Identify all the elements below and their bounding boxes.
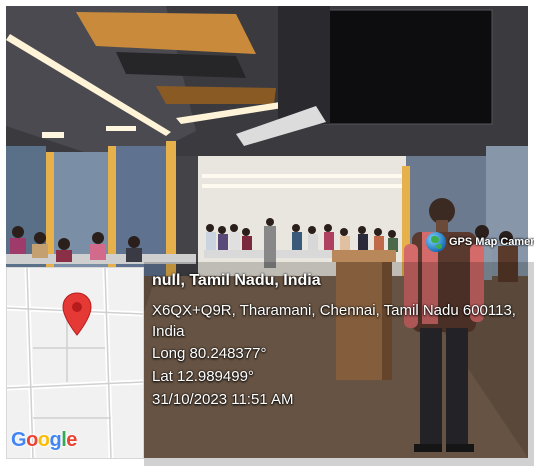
geotag-info: null, Tamil Nadu, India X6QX+Q9R, Tharam… <box>152 272 528 411</box>
map-pin-icon <box>62 292 92 336</box>
google-logo: Google <box>11 429 77 451</box>
location-map-thumbnail[interactable]: Google <box>6 267 144 459</box>
longitude-text: Long 80.248377° <box>152 345 267 362</box>
datetime-text: 31/10/2023 11:51 AM <box>152 391 294 408</box>
latitude-text: Lat 12.989499° <box>152 368 254 385</box>
gps-camera-label: GPS Map Camera <box>449 236 534 248</box>
address-line-2: India <box>152 323 185 340</box>
gps-camera-badge: GPS Map Camera <box>426 231 534 253</box>
location-title: null, Tamil Nadu, India <box>152 272 321 289</box>
globe-icon <box>426 232 446 252</box>
address-line-1: X6QX+Q9R, Tharamani, Chennai, Tamil Nadu… <box>152 302 516 319</box>
